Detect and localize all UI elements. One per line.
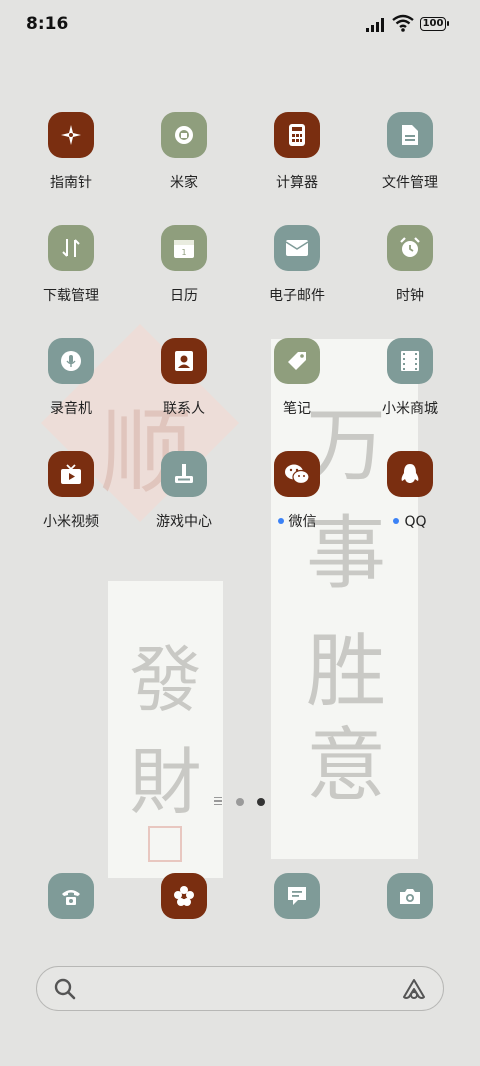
mijia-icon bbox=[161, 112, 207, 158]
app-wechat[interactable]: 微信 bbox=[242, 451, 352, 551]
app-mi-video[interactable]: 小米视频 bbox=[16, 451, 126, 551]
app-label: 小米商城 bbox=[382, 401, 438, 417]
app-qq[interactable]: QQ bbox=[355, 451, 465, 551]
page-dot bbox=[236, 798, 244, 806]
svg-text:1: 1 bbox=[181, 248, 186, 257]
status-time: 8:16 bbox=[26, 14, 69, 34]
app-recorder[interactable]: 录音机 bbox=[16, 338, 126, 438]
message-icon[interactable] bbox=[274, 873, 320, 919]
phone-icon[interactable] bbox=[48, 873, 94, 919]
joystick-icon bbox=[161, 451, 207, 497]
scroll-char: 財 bbox=[129, 740, 202, 824]
battery-indicator: 100 bbox=[420, 17, 449, 31]
app-mijia[interactable]: 米家 bbox=[129, 112, 239, 212]
qq-penguin-icon bbox=[387, 451, 433, 497]
app-label: 小米视频 bbox=[43, 514, 99, 530]
app-label: QQ bbox=[355, 513, 465, 531]
film-store-icon bbox=[387, 338, 433, 384]
app-label: 笔记 bbox=[283, 401, 311, 417]
alarm-clock-icon bbox=[387, 225, 433, 271]
app-drawer-lines-icon bbox=[214, 797, 222, 805]
app-label: 日历 bbox=[170, 288, 198, 304]
app-label: 微信 bbox=[242, 513, 352, 531]
wallpaper-seal bbox=[148, 826, 182, 862]
mail-icon bbox=[274, 225, 320, 271]
app-clock[interactable]: 时钟 bbox=[355, 225, 465, 325]
microphone-icon bbox=[48, 338, 94, 384]
app-label: 下载管理 bbox=[43, 288, 99, 304]
app-compass[interactable]: 指南针 bbox=[16, 112, 126, 212]
gallery-flower-icon[interactable] bbox=[161, 873, 207, 919]
app-label: 录音机 bbox=[50, 401, 92, 417]
tag-icon bbox=[274, 338, 320, 384]
app-label: 文件管理 bbox=[382, 175, 438, 191]
app-label: 时钟 bbox=[396, 288, 424, 304]
file-icon bbox=[387, 112, 433, 158]
wifi-icon bbox=[392, 14, 414, 32]
page-dot-current bbox=[257, 798, 265, 806]
cellular-signal-icon bbox=[366, 18, 384, 32]
page-indicator[interactable] bbox=[214, 796, 274, 808]
calendar-icon: 1 bbox=[161, 225, 207, 271]
compass-icon bbox=[48, 112, 94, 158]
status-bar: 8:16 100 bbox=[0, 0, 480, 50]
app-email[interactable]: 电子邮件 bbox=[242, 225, 352, 325]
wechat-icon bbox=[274, 451, 320, 497]
app-label: 计算器 bbox=[276, 175, 318, 191]
app-file-manager[interactable]: 文件管理 bbox=[355, 112, 465, 212]
assistant-icon[interactable] bbox=[401, 978, 427, 1000]
app-game-center[interactable]: 游戏中心 bbox=[129, 451, 239, 551]
app-mi-store[interactable]: 小米商城 bbox=[355, 338, 465, 438]
app-notes[interactable]: 笔记 bbox=[242, 338, 352, 438]
download-icon bbox=[48, 225, 94, 271]
app-label: 米家 bbox=[170, 175, 198, 191]
app-calculator[interactable]: 计算器 bbox=[242, 112, 352, 212]
app-label: 游戏中心 bbox=[156, 514, 212, 530]
camera-icon[interactable] bbox=[387, 873, 433, 919]
app-calendar[interactable]: 1 日历 bbox=[129, 225, 239, 325]
app-label: 电子邮件 bbox=[269, 288, 325, 304]
new-notification-dot bbox=[393, 518, 400, 524]
scroll-char: 發 bbox=[129, 638, 202, 722]
search-icon bbox=[54, 978, 76, 1000]
scroll-char: 意 bbox=[306, 719, 386, 812]
app-download-manager[interactable]: 下载管理 bbox=[16, 225, 126, 325]
app-label: 指南针 bbox=[50, 175, 92, 191]
calculator-icon bbox=[274, 112, 320, 158]
new-notification-dot bbox=[277, 518, 284, 524]
search-bar[interactable] bbox=[36, 966, 444, 1011]
contacts-icon bbox=[161, 338, 207, 384]
app-label: 联系人 bbox=[163, 401, 205, 417]
tv-icon bbox=[48, 451, 94, 497]
app-contacts[interactable]: 联系人 bbox=[129, 338, 239, 438]
